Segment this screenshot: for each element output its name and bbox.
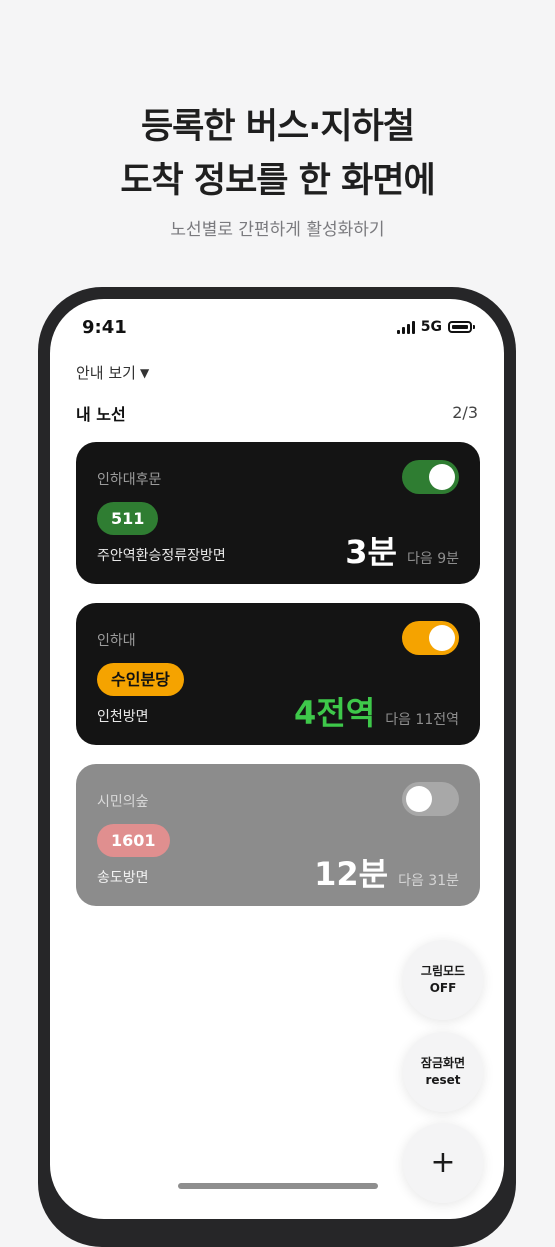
plus-icon: + xyxy=(430,1145,456,1180)
routes-count: 2/3 xyxy=(452,403,478,422)
home-indicator xyxy=(178,1183,378,1189)
route-badge: 수인분당 xyxy=(97,663,184,696)
signal-icon xyxy=(396,320,415,334)
lock-screen-label: 잠금화면 xyxy=(420,1056,466,1070)
battery-icon xyxy=(448,321,475,333)
status-time: 9:41 xyxy=(82,317,127,338)
toggle-knob xyxy=(429,625,455,651)
headline-line-2: 도착 정보를 한 화면에 xyxy=(120,161,435,201)
status-indicators: 5G xyxy=(396,319,475,335)
route-stop: 시민의숲 xyxy=(97,794,149,810)
route-toggle[interactable] xyxy=(402,782,459,816)
toggle-knob xyxy=(406,786,432,812)
headline-line-1: 등록한 버스·지하철 xyxy=(140,107,415,147)
route-direction: 송도방면 xyxy=(97,870,149,886)
next-arrival: 다음 31분 xyxy=(398,873,459,889)
arrival-time: 3분 xyxy=(345,533,397,571)
next-arrival: 다음 11전역 xyxy=(385,712,459,728)
network-label: 5G xyxy=(420,319,442,335)
next-arrival: 다음 9분 xyxy=(407,551,459,567)
route-arrival: 12분 다음 31분 xyxy=(314,849,459,895)
route-card[interactable]: 시민의숲 1601 송도방면 12분 다음 31분 xyxy=(76,764,480,906)
route-arrival: 4전역 다음 11전역 xyxy=(294,688,459,734)
routes-section-title: 내 노선 xyxy=(76,405,126,424)
arrival-time: 12분 xyxy=(314,855,389,893)
route-direction: 인천방면 xyxy=(97,709,149,725)
caret-down-icon: ▼ xyxy=(139,365,150,380)
route-stop: 인하대 xyxy=(97,633,136,649)
arrival-time: 4전역 xyxy=(294,694,376,732)
route-direction: 주안역환승정류장방면 xyxy=(97,548,226,564)
route-card[interactable]: 인하대후문 511 주안역환승정류장방면 3분 다음 9분 xyxy=(76,442,480,584)
picture-mode-state: OFF xyxy=(429,981,457,995)
headline: 등록한 버스·지하철 도착 정보를 한 화면에 xyxy=(0,100,555,208)
guide-toggle[interactable]: 안내 보기 ▼ xyxy=(76,362,149,383)
route-badge: 511 xyxy=(97,502,159,535)
picture-mode-label: 그림모드 xyxy=(420,964,466,978)
route-toggle[interactable] xyxy=(402,621,459,655)
lock-screen-state: reset xyxy=(425,1073,461,1087)
picture-mode-button[interactable]: 그림모드 OFF xyxy=(403,940,483,1020)
route-toggle[interactable] xyxy=(402,460,459,494)
phone-screen: 9:41 5G 안내 보기 ▼ 내 노선 2/3 인하대후문 511 주안역환승… xyxy=(50,299,504,1219)
route-arrival: 3분 다음 9분 xyxy=(345,527,459,573)
toggle-knob xyxy=(429,464,455,490)
route-badge: 1601 xyxy=(97,824,170,857)
route-stop: 인하대후문 xyxy=(97,472,162,488)
add-route-button[interactable]: + xyxy=(403,1123,483,1203)
subheadline: 노선별로 간편하게 활성화하기 xyxy=(170,220,385,240)
lock-screen-button[interactable]: 잠금화면 reset xyxy=(403,1032,483,1112)
guide-label: 안내 보기 xyxy=(76,364,136,382)
route-card[interactable]: 인하대 수인분당 인천방면 4전역 다음 11전역 xyxy=(76,603,480,745)
